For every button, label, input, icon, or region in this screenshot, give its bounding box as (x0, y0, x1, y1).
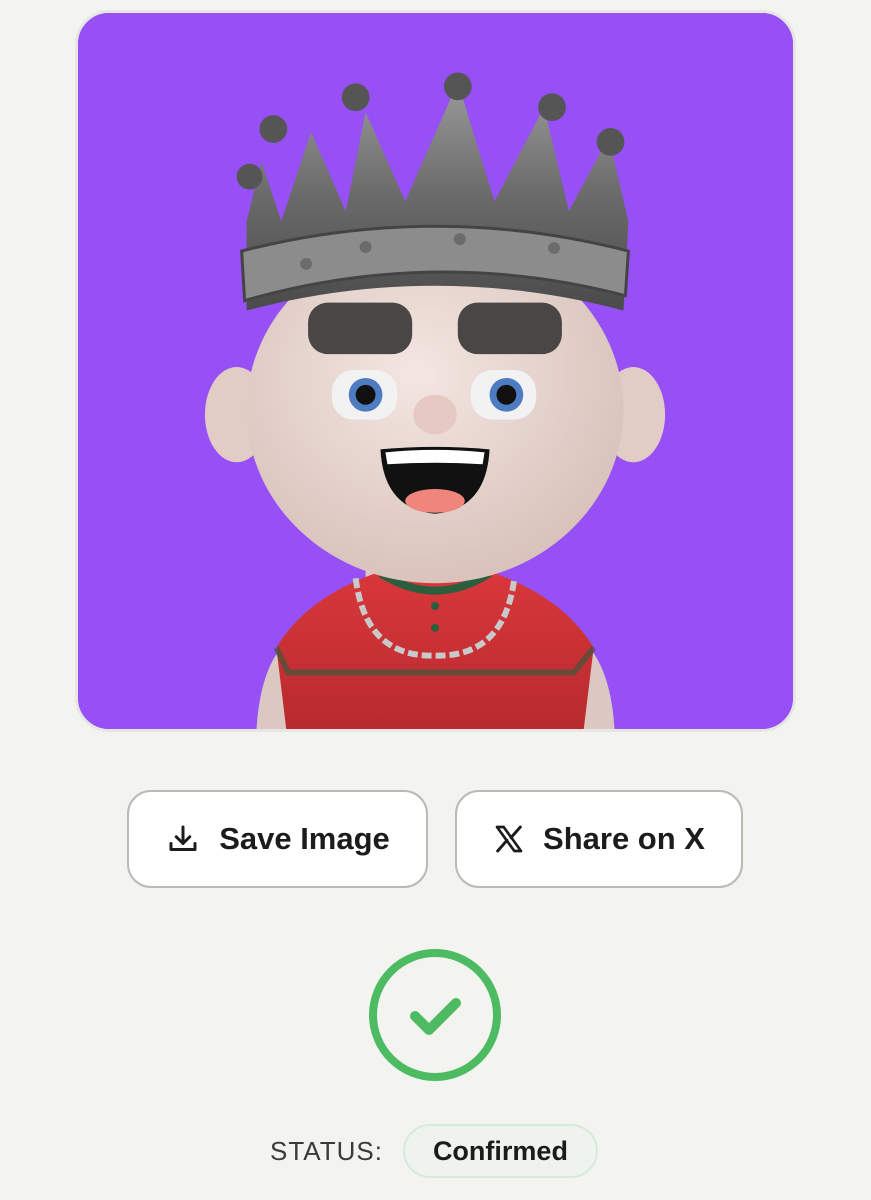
status-badge: Confirmed (402, 1124, 598, 1178)
share-on-x-label: Share on X (543, 821, 705, 856)
check-circle-icon (368, 948, 502, 1082)
share-on-x-button[interactable]: Share on X (455, 790, 743, 888)
avatar-illustration (78, 13, 793, 729)
download-icon (165, 821, 201, 857)
x-logo-icon (493, 823, 525, 855)
save-image-label: Save Image (219, 821, 390, 856)
save-image-button[interactable]: Save Image (127, 790, 428, 888)
status-label: STATUS: (270, 1135, 383, 1166)
status-row: STATUS: Confirmed (270, 1124, 598, 1178)
avatar-image (75, 10, 796, 732)
